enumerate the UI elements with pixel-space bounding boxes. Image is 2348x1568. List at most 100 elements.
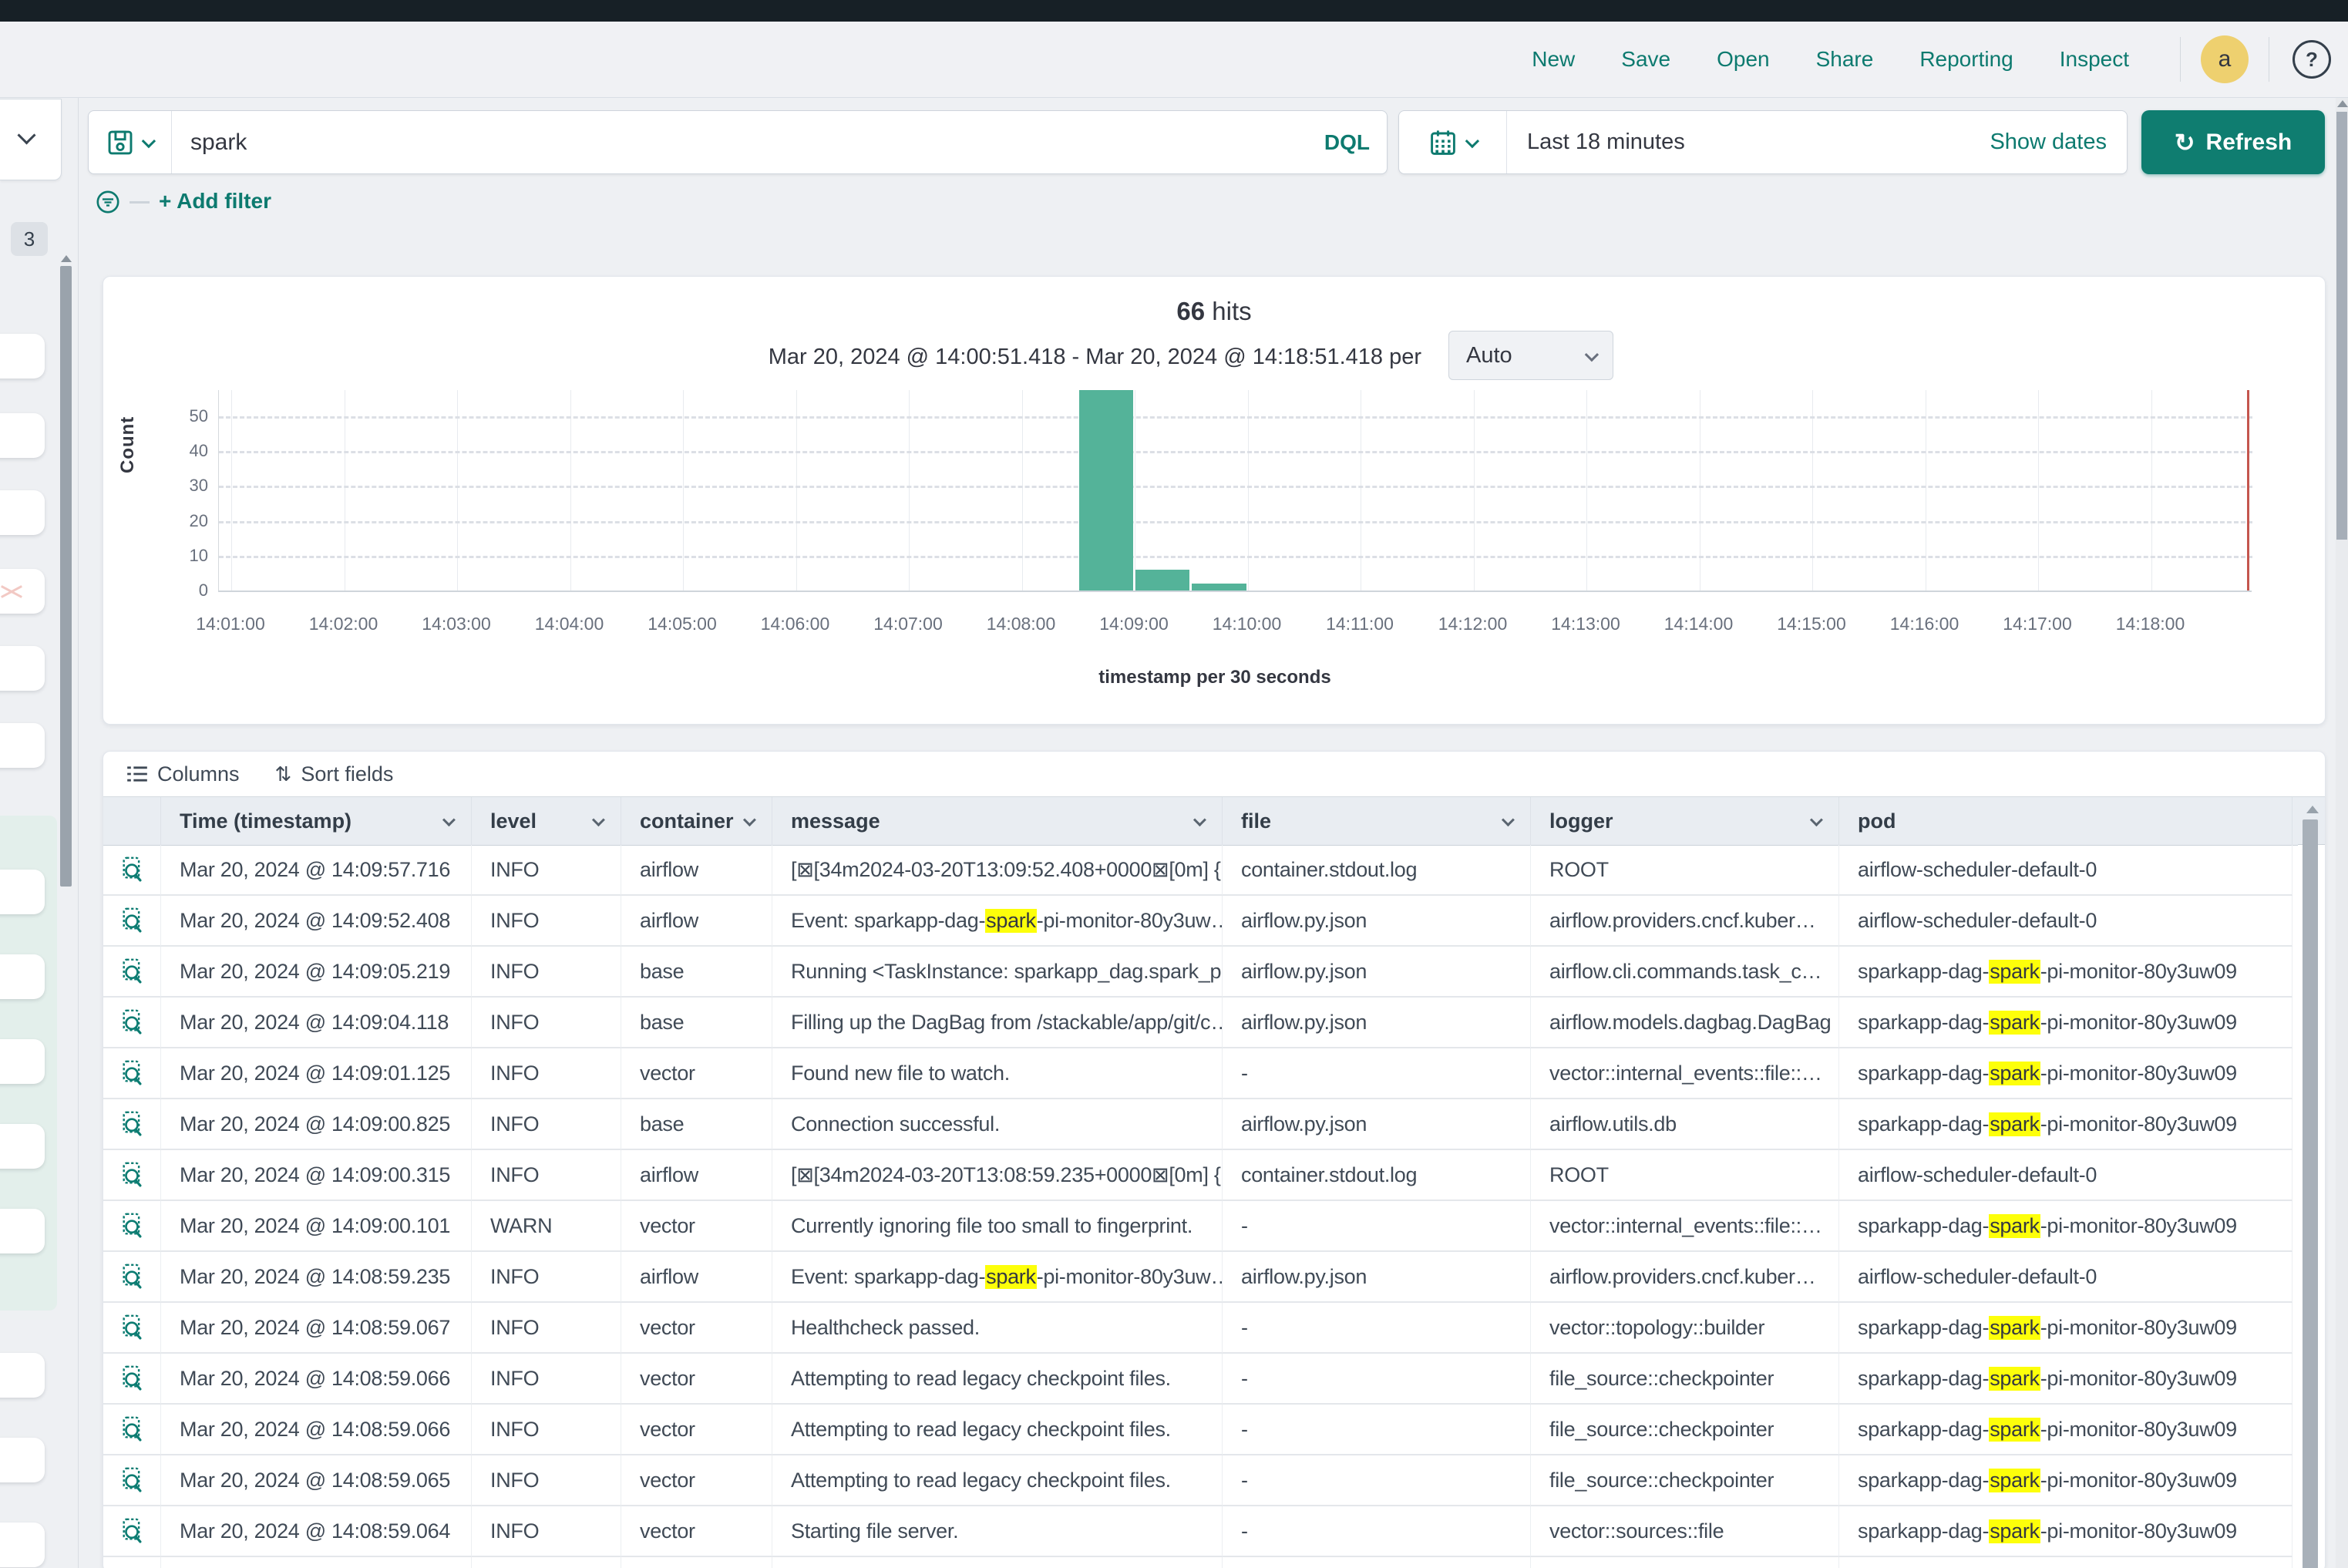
table-row: Mar 20, 2024 @ 14:08:59.066INFOvectorAtt…	[103, 1354, 2298, 1405]
cell-container: vector	[621, 1455, 772, 1506]
quick-select-menu-button[interactable]	[1399, 111, 1507, 173]
sidebar-scrollbar[interactable]	[60, 266, 72, 887]
field-pill[interactable]	[0, 413, 45, 458]
sort-fields-button[interactable]: ⇅ Sort fields	[275, 762, 394, 786]
expand-document-button[interactable]	[103, 845, 161, 896]
expand-document-button[interactable]	[103, 998, 161, 1048]
expand-document-button[interactable]	[103, 1048, 161, 1099]
sidebar-collapse-button[interactable]	[0, 99, 62, 180]
table-scroll-up-arrow[interactable]	[2306, 806, 2319, 813]
inspect-document-icon	[120, 1263, 143, 1290]
column-header-level[interactable]: level	[472, 797, 621, 845]
hits-count: 66 hits	[103, 297, 2325, 326]
time-range-value[interactable]: Last 18 minutes	[1507, 130, 1990, 155]
help-icon[interactable]: ?	[2292, 40, 2331, 79]
horizontal-gridline	[219, 416, 2252, 419]
filter-icon[interactable]	[96, 190, 119, 214]
cell-level: INFO	[472, 1405, 621, 1455]
field-pill[interactable]	[0, 646, 45, 691]
chevron-down-icon[interactable]	[592, 813, 605, 826]
app-header: New Save Open Share Reporting Inspect a …	[0, 22, 2348, 98]
interval-select[interactable]: Auto	[1448, 331, 1613, 380]
highlighted-term: spark	[1989, 1112, 2040, 1136]
expand-document-button[interactable]	[103, 1303, 161, 1354]
expand-document-button[interactable]	[103, 1150, 161, 1201]
expand-document-button[interactable]	[103, 1455, 161, 1506]
chevron-down-icon[interactable]	[1810, 813, 1823, 826]
filter-dash	[130, 201, 150, 204]
highlighted-term: spark	[1989, 1316, 2040, 1340]
field-pill[interactable]	[0, 1124, 45, 1169]
show-dates-button[interactable]: Show dates	[1990, 130, 2127, 155]
field-pill[interactable]	[0, 1039, 45, 1084]
field-pill[interactable]	[0, 1209, 45, 1253]
chevron-down-icon[interactable]	[442, 813, 456, 826]
hits-label: hits	[1212, 297, 1251, 325]
histogram-bar[interactable]	[1079, 390, 1133, 591]
vertical-gridline	[1586, 390, 1587, 591]
field-pill[interactable]	[0, 1353, 45, 1398]
search-input[interactable]: spark	[172, 130, 1324, 156]
columns-button[interactable]: Columns	[126, 762, 240, 786]
field-pill[interactable]	[0, 870, 45, 914]
expand-document-button[interactable]	[103, 1201, 161, 1252]
field-pill[interactable]	[0, 569, 45, 614]
avatar[interactable]: a	[2201, 35, 2249, 83]
cell-pod: sparkapp-dag-spark-pi-monitor-80y3uw09	[1839, 1201, 2292, 1252]
nav-open[interactable]: Open	[1717, 47, 1770, 72]
column-header-time[interactable]: Time (timestamp)	[161, 797, 472, 845]
cell-time: Mar 20, 2024 @ 14:09:04.118	[161, 998, 472, 1048]
cell-container: vector	[621, 1405, 772, 1455]
column-header-logger[interactable]: logger	[1531, 797, 1839, 845]
table-row: Mar 20, 2024 @ 14:08:59.066INFOvectorAtt…	[103, 1405, 2298, 1455]
column-header-message[interactable]: message	[772, 797, 1223, 845]
cell-time: Mar 20, 2024 @ 14:09:57.716	[161, 845, 472, 896]
histogram-bar[interactable]	[1135, 570, 1189, 591]
highlighted-term: spark	[1989, 1062, 2040, 1085]
nav-share[interactable]: Share	[1816, 47, 1874, 72]
chevron-down-icon[interactable]	[743, 813, 756, 826]
now-marker-line	[2247, 390, 2249, 591]
expand-document-button[interactable]	[103, 896, 161, 947]
chevron-down-icon[interactable]	[1193, 813, 1206, 826]
histogram-bar[interactable]	[1192, 584, 1246, 591]
page-scrollbar-thumb[interactable]	[2336, 112, 2347, 540]
nav-reporting[interactable]: Reporting	[1919, 47, 2013, 72]
field-pill[interactable]	[0, 723, 45, 768]
expand-document-button[interactable]	[103, 1354, 161, 1405]
field-pill[interactable]	[0, 334, 45, 379]
field-pill[interactable]	[0, 490, 45, 535]
nav-inspect[interactable]: Inspect	[2060, 47, 2129, 72]
saved-query-menu-button[interactable]	[89, 111, 172, 173]
sidebar-scroll-up-arrow[interactable]	[61, 255, 72, 262]
column-header-file[interactable]: file	[1223, 797, 1531, 845]
histogram-plot[interactable]	[218, 390, 2252, 591]
expand-document-button[interactable]	[103, 1099, 161, 1150]
expand-document-button[interactable]	[103, 947, 161, 998]
query-language-button[interactable]: DQL	[1324, 130, 1387, 155]
remove-field-icon[interactable]	[2, 582, 22, 602]
cell-time: Mar 20, 2024 @ 14:08:59.066	[161, 1405, 472, 1455]
field-pill[interactable]	[0, 1523, 45, 1567]
nav-new[interactable]: New	[1532, 47, 1575, 72]
save-query-icon	[107, 130, 133, 156]
add-filter-button[interactable]: + Add filter	[159, 189, 271, 214]
highlighted-term: spark	[1989, 1519, 2040, 1543]
field-pill[interactable]	[0, 954, 45, 999]
field-pill[interactable]	[0, 1438, 45, 1482]
expand-document-button[interactable]	[103, 1252, 161, 1303]
inspect-document-icon	[120, 907, 143, 934]
page-scroll-up-arrow[interactable]	[2337, 100, 2348, 107]
chevron-down-icon[interactable]	[1502, 813, 1515, 826]
x-tick-label: 14:08:00	[967, 614, 1075, 634]
cell-file: airflow.py.json	[1223, 1252, 1531, 1303]
expand-document-button[interactable]	[103, 1405, 161, 1455]
refresh-button[interactable]: ↻ Refresh	[2141, 110, 2325, 174]
nav-save[interactable]: Save	[1621, 47, 1670, 72]
expand-document-button[interactable]	[103, 1506, 161, 1557]
cell-message: Event: sparkapp-dag-spark-pi-monitor-80y…	[772, 1252, 1223, 1303]
column-header-container[interactable]: container	[621, 797, 772, 845]
table-scrollbar[interactable]	[2303, 819, 2318, 1568]
inspect-document-icon	[120, 1111, 143, 1137]
vertical-gridline	[457, 390, 458, 591]
